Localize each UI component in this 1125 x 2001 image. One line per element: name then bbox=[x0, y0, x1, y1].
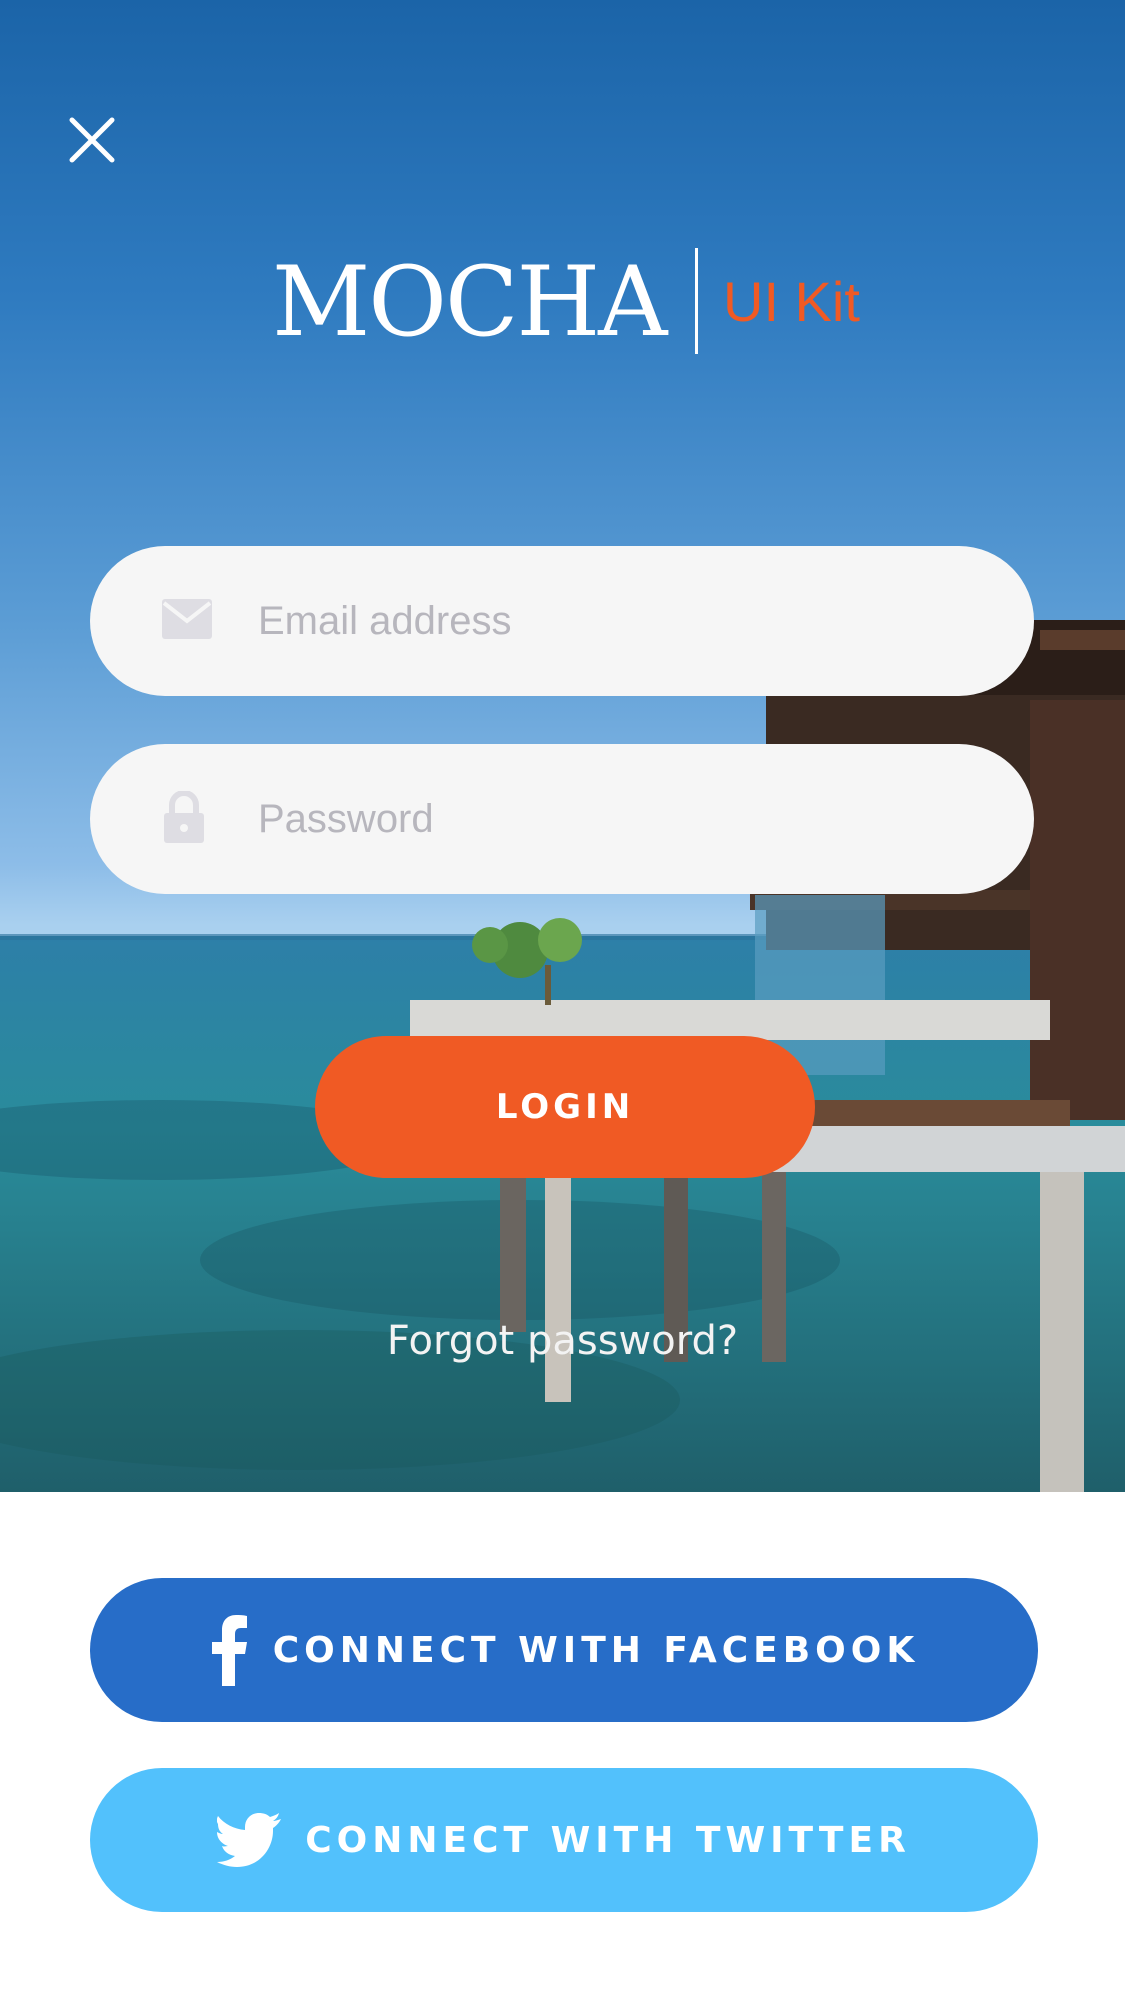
email-field[interactable] bbox=[90, 546, 1034, 696]
twitter-connect-label: CONNECT WITH TWITTER bbox=[305, 1819, 911, 1861]
password-input[interactable] bbox=[258, 744, 978, 894]
facebook-connect-label: CONNECT WITH FACEBOOK bbox=[272, 1629, 920, 1671]
app-logo: MOCHA UI Kit bbox=[272, 248, 872, 356]
envelope-icon bbox=[162, 599, 212, 643]
twitter-connect-button[interactable]: CONNECT WITH TWITTER bbox=[90, 1768, 1038, 1912]
close-icon bbox=[69, 117, 115, 163]
lock-icon bbox=[162, 790, 206, 847]
logo-divider bbox=[695, 248, 698, 354]
password-field[interactable] bbox=[90, 744, 1034, 894]
logo-subtitle: UI Kit bbox=[723, 270, 860, 333]
facebook-icon bbox=[209, 1614, 249, 1686]
hero-background: MOCHA UI Kit LO bbox=[0, 0, 1125, 1492]
login-button[interactable]: LOGIN bbox=[315, 1036, 815, 1178]
login-screen: MOCHA UI Kit LO bbox=[0, 0, 1125, 2001]
close-button[interactable] bbox=[66, 114, 118, 166]
login-button-label: LOGIN bbox=[495, 1087, 635, 1127]
facebook-connect-button[interactable]: CONNECT WITH FACEBOOK bbox=[90, 1578, 1038, 1722]
logo-wordmark: MOCHA bbox=[272, 246, 667, 358]
email-input[interactable] bbox=[258, 546, 978, 696]
forgot-password-link[interactable]: Forgot password? bbox=[0, 1318, 1125, 1364]
twitter-icon bbox=[217, 1813, 282, 1867]
